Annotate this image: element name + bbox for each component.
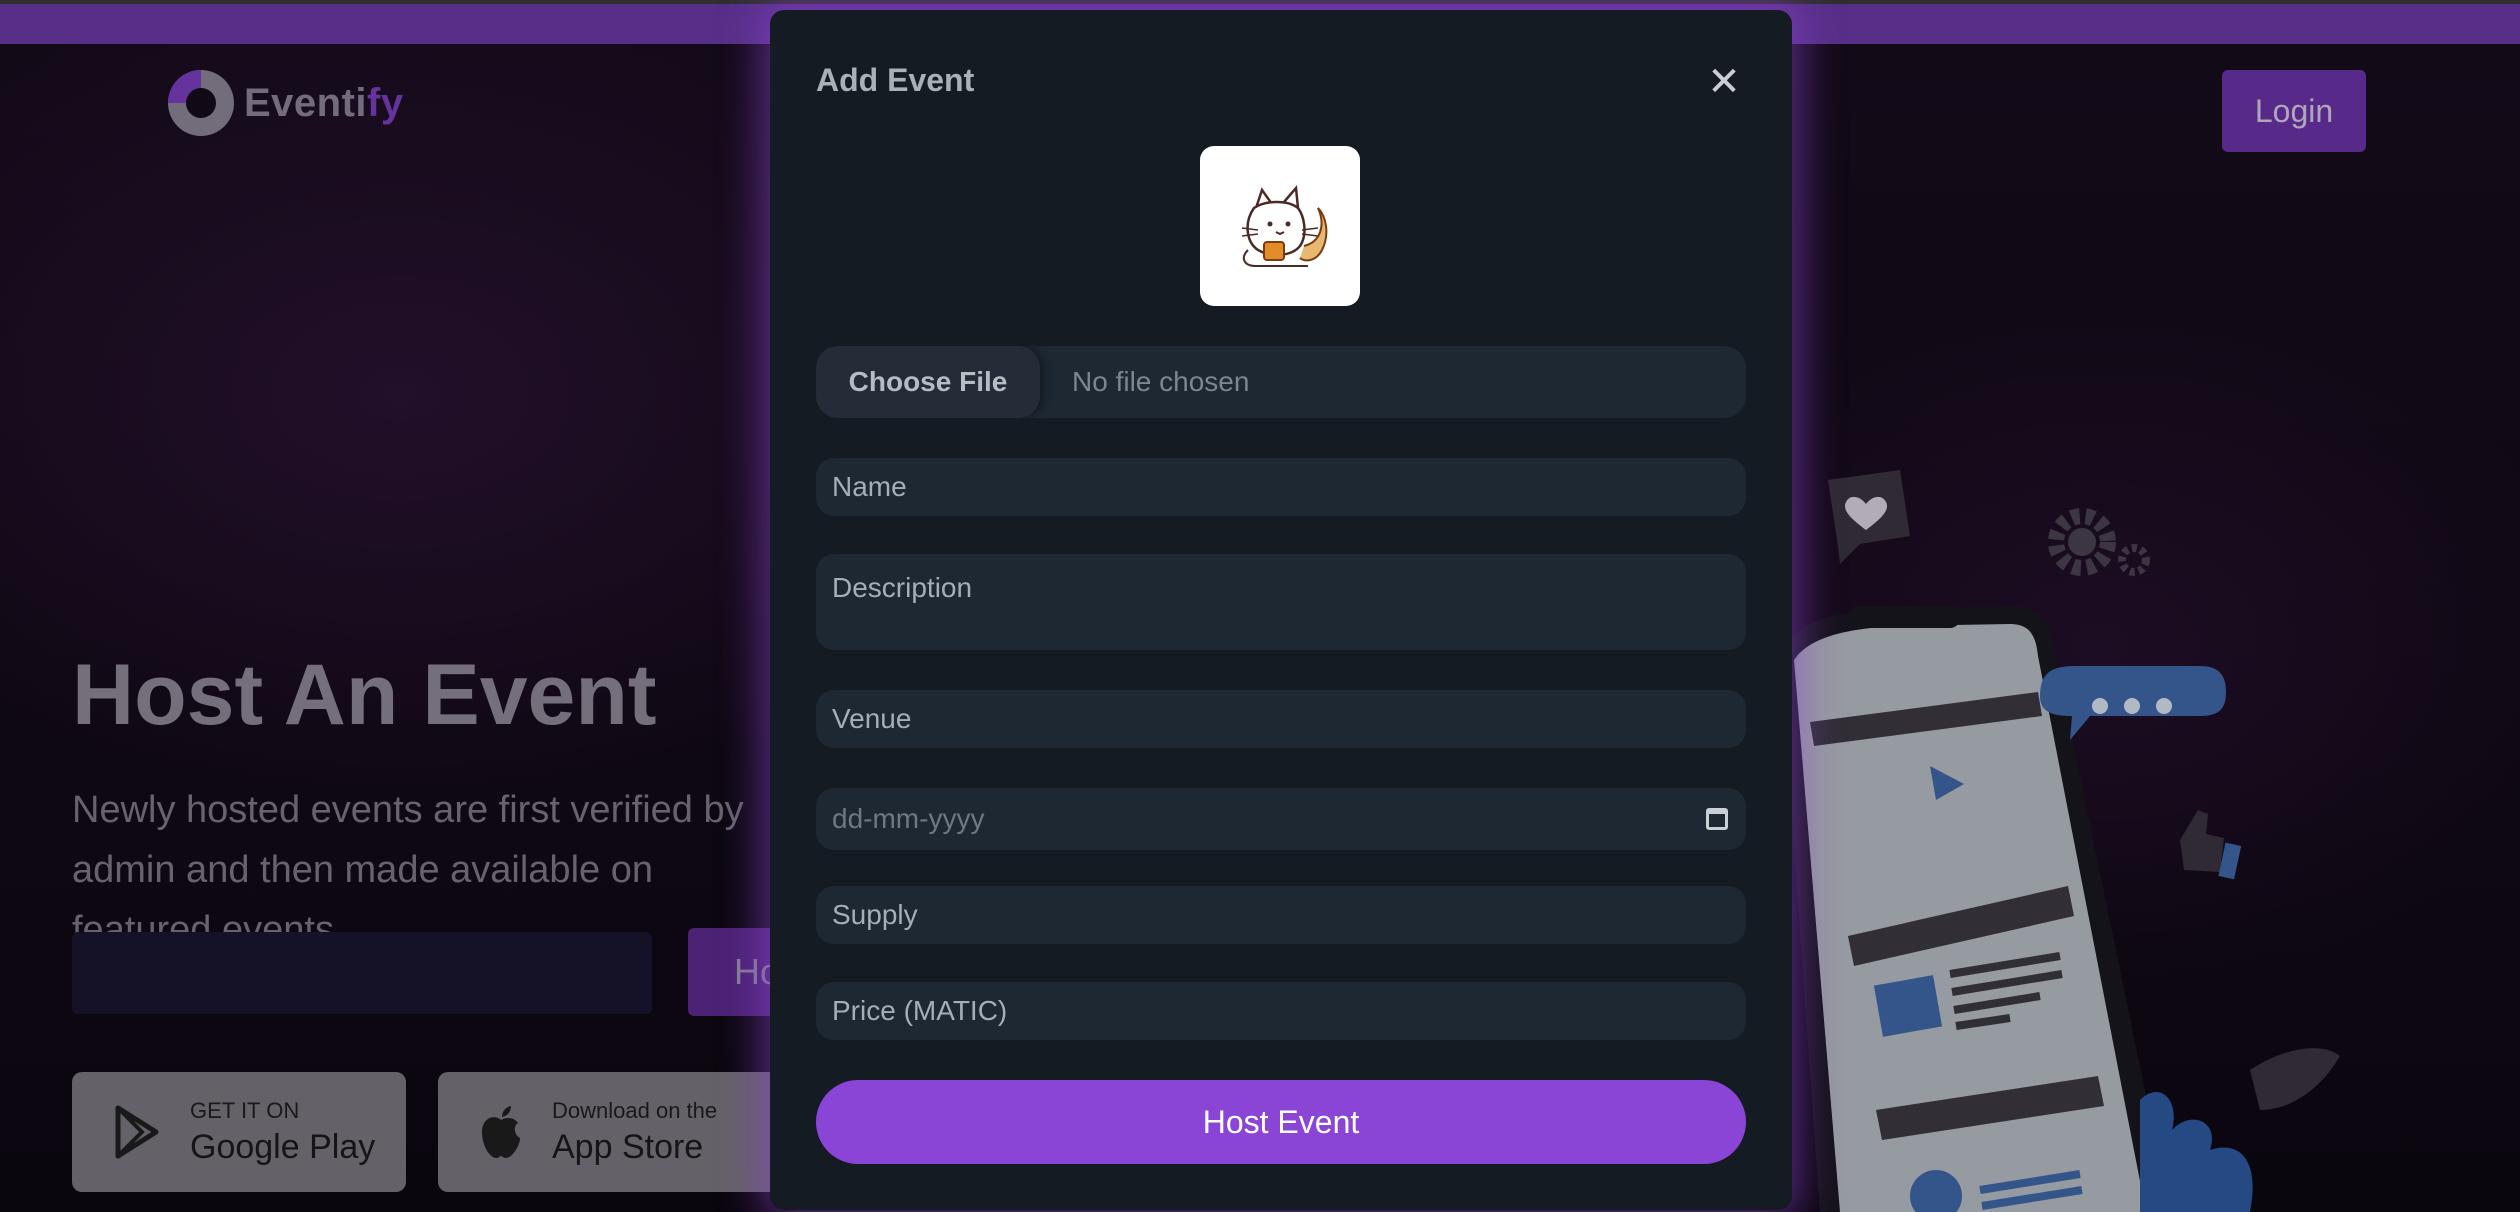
venue-input[interactable] (816, 690, 1746, 748)
image-preview (1200, 146, 1360, 306)
cat-illustration (1241, 184, 1328, 267)
choose-file-button[interactable]: Choose File (816, 346, 1040, 418)
modal-title: Add Event (816, 62, 975, 98)
file-input[interactable]: Choose File No file chosen (816, 346, 1746, 418)
file-status-text: No file chosen (1072, 366, 1250, 397)
calendar-icon[interactable] (1706, 808, 1728, 830)
host-event-button[interactable]: Host Event (816, 1080, 1746, 1164)
add-event-modal: Add Event ✕ Choose File No file chosen d… (770, 10, 1792, 1210)
price-input[interactable] (816, 982, 1746, 1040)
date-placeholder: dd-mm-yyyy (832, 803, 985, 834)
name-input[interactable] (816, 458, 1746, 516)
description-input[interactable] (816, 554, 1746, 650)
date-input[interactable]: dd-mm-yyyy (816, 788, 1746, 850)
supply-input[interactable] (816, 886, 1746, 944)
close-icon[interactable]: ✕ (1704, 62, 1744, 102)
